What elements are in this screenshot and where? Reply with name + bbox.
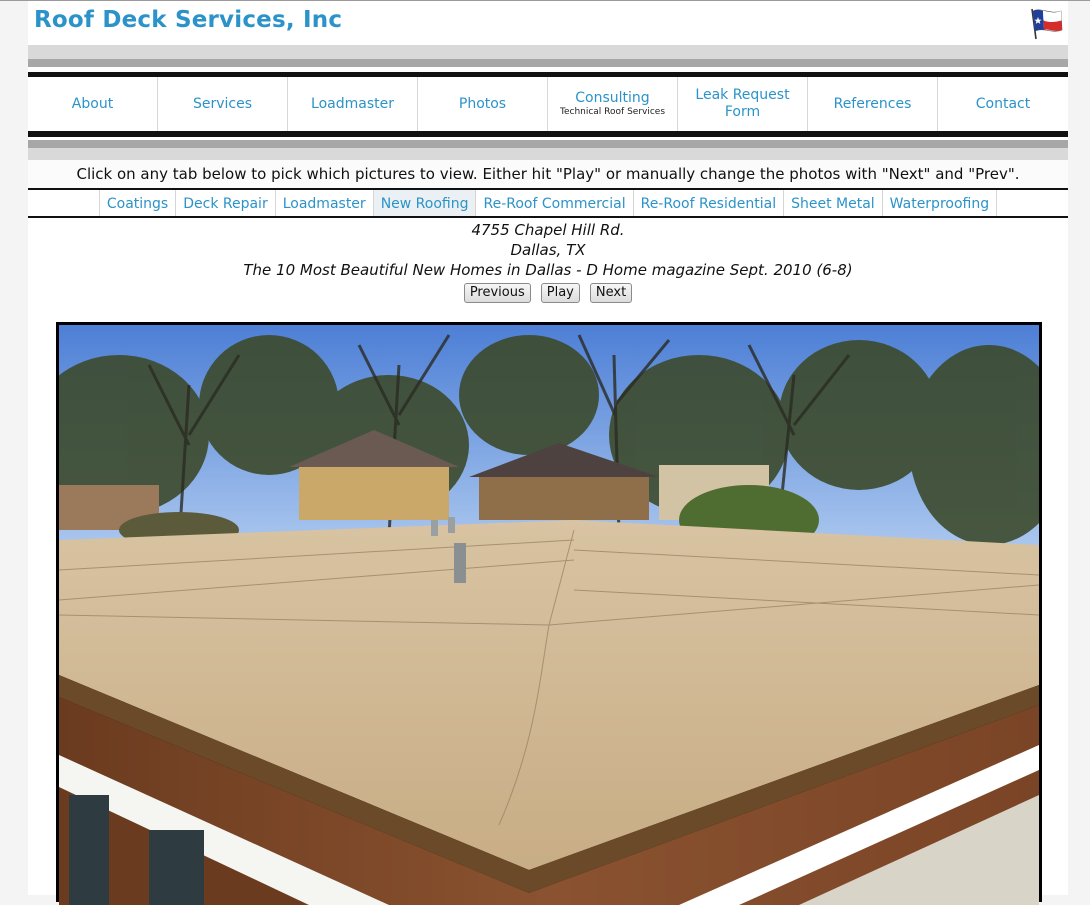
nav-label: Consulting — [575, 90, 650, 106]
nav-leak-request-form[interactable]: Leak Request Form — [678, 77, 808, 131]
tab-new-roofing[interactable]: New Roofing — [372, 190, 476, 216]
site-header: Roof Deck Services, Inc — [28, 1, 1068, 45]
nav-photos[interactable]: Photos — [418, 77, 548, 131]
category-tabs: Coatings Deck Repair Loadmaster New Roof… — [28, 188, 1068, 218]
tab-deck-repair[interactable]: Deck Repair — [175, 190, 274, 216]
gallery-instructions: Click on any tab below to pick which pic… — [28, 160, 1068, 188]
tab-re-roof-commercial[interactable]: Re-Roof Commercial — [475, 190, 632, 216]
nav-label: Leak Request Form — [695, 87, 790, 120]
nav-label: About — [71, 95, 114, 112]
nav-services[interactable]: Services — [158, 77, 288, 131]
nav-contact[interactable]: Contact — [938, 77, 1068, 131]
tab-waterproofing[interactable]: Waterproofing — [881, 190, 998, 216]
slideshow-photo-frame — [56, 322, 1042, 905]
photo-description: The 10 Most Beautiful New Homes in Dalla… — [243, 261, 853, 279]
nav-label: Services — [192, 95, 253, 112]
photo-city: Dallas, TX — [510, 241, 586, 259]
nav-loadmaster[interactable]: Loadmaster — [288, 77, 418, 131]
nav-label: Photos — [458, 95, 507, 112]
photo-address: 4755 Chapel Hill Rd. — [471, 221, 625, 239]
nav-stripe-light — [28, 148, 1068, 160]
tab-re-roof-residential[interactable]: Re-Roof Residential — [632, 190, 784, 216]
nav-about[interactable]: About — [28, 77, 158, 131]
nav-consulting[interactable]: Consulting Technical Roof Services — [548, 77, 678, 131]
slideshow-controls: Previous Play Next — [28, 283, 1068, 303]
nav-references[interactable]: References — [808, 77, 938, 131]
roof-photo — [59, 325, 1039, 905]
texas-flag-icon — [1031, 8, 1063, 40]
nav-label: Loadmaster — [311, 95, 394, 112]
tab-sheet-metal[interactable]: Sheet Metal — [783, 190, 882, 216]
play-button[interactable]: Play — [540, 283, 580, 303]
header-stripe-light — [28, 45, 1068, 59]
nav-sublabel: Technical Roof Services — [559, 107, 666, 117]
next-button[interactable]: Next — [589, 283, 633, 303]
previous-button[interactable]: Previous — [463, 283, 531, 303]
nav-stripe-mid — [28, 140, 1068, 148]
photo-gallery: Click on any tab below to pick which pic… — [28, 160, 1068, 905]
nav-label: Contact — [975, 95, 1031, 112]
main-nav: About Services Loadmaster Photos Consult… — [28, 77, 1068, 131]
tab-coatings[interactable]: Coatings — [98, 190, 175, 216]
nav-label: References — [833, 95, 912, 112]
header-stripe-mid — [28, 59, 1068, 67]
site-title[interactable]: Roof Deck Services, Inc — [34, 7, 342, 33]
tab-loadmaster[interactable]: Loadmaster — [274, 190, 373, 216]
